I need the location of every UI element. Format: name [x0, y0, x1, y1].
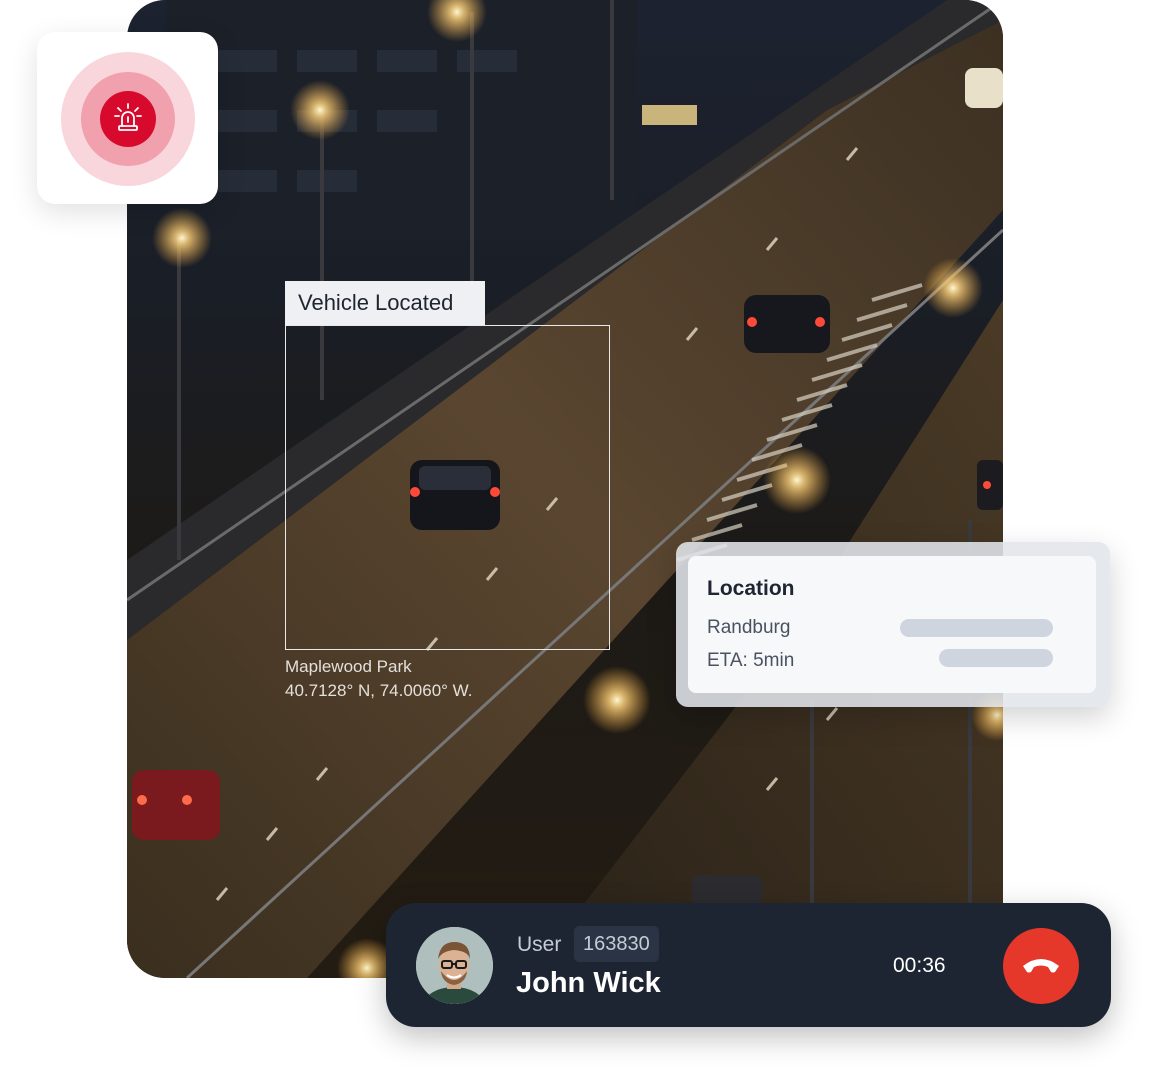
caller-name: John Wick: [516, 967, 661, 999]
avatar: [416, 927, 493, 1004]
call-timer: 00:36: [893, 954, 946, 977]
user-id-badge: 163830: [574, 926, 659, 962]
siren-icon[interactable]: [100, 91, 156, 147]
emergency-alert-card: [37, 32, 218, 204]
location-title: Location: [707, 577, 795, 600]
eta-placeholder-bar: [939, 649, 1053, 667]
location-placeholder-bar: [900, 619, 1053, 637]
detection-coordinates: 40.7128° N, 74.0060° W.: [285, 681, 473, 700]
vehicle-located-label: Vehicle Located: [285, 281, 485, 325]
user-label: User: [517, 933, 562, 956]
location-eta: ETA: 5min: [707, 650, 795, 671]
phone-hangup-icon: [1023, 959, 1059, 973]
vehicle-bounding-box[interactable]: [285, 325, 610, 650]
location-card: Location Randburg ETA: 5min: [688, 556, 1096, 693]
detection-place-name: Maplewood Park: [285, 657, 412, 676]
active-call-bar: User 163830 John Wick 00:36: [386, 903, 1111, 1027]
location-city: Randburg: [707, 617, 791, 638]
hang-up-button[interactable]: [1003, 928, 1079, 1004]
